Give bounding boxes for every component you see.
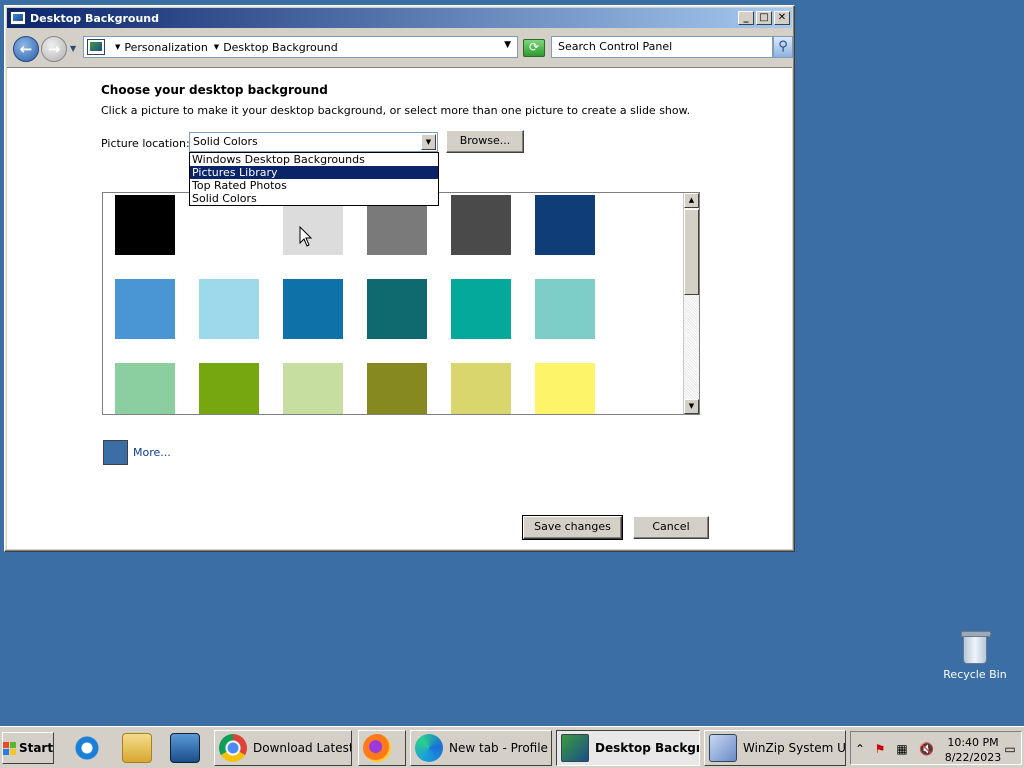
more-colors-link[interactable]: More... — [133, 446, 171, 459]
picture-location-select[interactable]: Solid Colors ▼ — [189, 132, 438, 152]
cancel-button[interactable]: Cancel — [633, 516, 709, 539]
show-hidden-icons-icon[interactable]: ⌃ — [853, 742, 867, 756]
color-swatch-grid: ▲ ▼ — [102, 192, 700, 415]
task-label: Download Latest ... — [253, 741, 352, 755]
task-desktop-background[interactable]: Desktop Backgr... — [556, 730, 700, 766]
volume-muted-icon[interactable]: 🔇 — [919, 742, 934, 756]
desktop-background-window: Desktop Background _ □ ✕ ← → ▼ ▼ Persona… — [4, 5, 795, 552]
internet-explorer-icon[interactable] — [72, 733, 102, 763]
task-chrome[interactable]: Download Latest ... — [214, 730, 352, 766]
control-panel-icon — [87, 39, 105, 55]
color-swatch[interactable] — [115, 279, 175, 339]
color-swatch[interactable] — [199, 279, 259, 339]
option-pictures-library[interactable]: Pictures Library — [190, 166, 438, 179]
color-swatch[interactable] — [535, 195, 595, 255]
clock[interactable]: 10:40 PM 8/22/2023 — [943, 735, 1003, 765]
picture-location-value: Solid Colors — [193, 135, 258, 148]
maximize-button[interactable]: □ — [756, 11, 772, 25]
clock-date: 8/22/2023 — [944, 751, 1002, 764]
color-swatch[interactable] — [367, 363, 427, 414]
option-top-rated-photos[interactable]: Top Rated Photos — [190, 179, 438, 192]
title-bar[interactable]: Desktop Background _ □ ✕ — [7, 8, 792, 28]
picture-location-dropdown-list: Windows Desktop Backgrounds Pictures Lib… — [189, 152, 439, 206]
file-explorer-icon[interactable] — [122, 733, 152, 763]
vertical-scrollbar[interactable]: ▲ ▼ — [683, 193, 699, 414]
start-button[interactable]: Start — [2, 732, 54, 764]
option-windows-desktop-backgrounds[interactable]: Windows Desktop Backgrounds — [190, 153, 438, 166]
windows-logo-icon — [2, 741, 16, 755]
action-center-flag-icon[interactable]: ⚑ — [873, 742, 887, 756]
clock-time: 10:40 PM — [947, 736, 999, 749]
task-label: Desktop Backgr... — [595, 741, 700, 755]
show-desktop-icon[interactable]: ▭ — [1003, 742, 1017, 756]
task-label: WinZip System Util... — [743, 741, 846, 755]
chevron-down-icon[interactable]: ▼ — [421, 134, 436, 150]
color-swatch[interactable] — [283, 363, 343, 414]
address-dropdown-icon[interactable]: ▼ — [504, 40, 511, 50]
firefox-icon — [363, 734, 391, 762]
save-changes-button[interactable]: Save changes — [522, 515, 623, 540]
edge-icon — [415, 734, 443, 762]
start-label: Start — [18, 741, 54, 755]
task-label: New tab - Profile ... — [449, 741, 552, 755]
recycle-bin-label: Recycle Bin — [943, 668, 1007, 681]
taskbar: Start Download Latest ... New tab - Prof… — [0, 726, 1024, 768]
page-title: Choose your desktop background — [101, 83, 328, 97]
task-edge[interactable]: New tab - Profile ... — [410, 730, 552, 766]
picture-location-label: Picture location: — [101, 137, 190, 150]
refresh-icon[interactable]: ⟳ — [523, 39, 545, 57]
breadcrumb-separator-icon[interactable]: ▼ — [115, 43, 120, 51]
recent-pages-dropdown-icon[interactable]: ▼ — [70, 44, 76, 53]
color-swatch[interactable] — [451, 363, 511, 414]
recycle-bin[interactable]: Recycle Bin — [940, 631, 1010, 681]
media-player-icon[interactable] — [170, 733, 200, 763]
page-description: Click a picture to make it your desktop … — [101, 104, 691, 117]
breadcrumb-personalization[interactable]: Personalization — [124, 41, 207, 54]
content-pane: Choose your desktop background Click a p… — [7, 68, 792, 549]
more-colors-swatch[interactable] — [103, 440, 128, 465]
color-swatch[interactable] — [199, 363, 259, 414]
color-swatch[interactable] — [283, 279, 343, 339]
breadcrumb-separator-icon[interactable]: ▼ — [214, 43, 219, 51]
browse-button[interactable]: Browse... — [446, 130, 524, 153]
color-swatch[interactable] — [115, 363, 175, 414]
color-swatch[interactable] — [535, 279, 595, 339]
back-button[interactable]: ← — [13, 36, 39, 62]
breadcrumb-desktop-background[interactable]: Desktop Background — [223, 41, 338, 54]
scrollbar-thumb[interactable] — [684, 209, 699, 295]
minimize-button[interactable]: _ — [738, 11, 754, 25]
color-swatch[interactable] — [451, 195, 511, 255]
color-swatch[interactable] — [115, 195, 175, 255]
task-winzip[interactable]: WinZip System Util... — [704, 730, 846, 766]
system-tray: ⌃ ⚑ ▦ 🔇 10:40 PM 8/22/2023 ▭ — [850, 731, 1022, 765]
option-solid-colors[interactable]: Solid Colors — [190, 192, 438, 205]
color-swatch[interactable] — [535, 363, 595, 414]
winzip-icon — [709, 734, 737, 762]
color-swatch[interactable] — [367, 279, 427, 339]
control-panel-icon — [561, 734, 589, 762]
mouse-cursor-icon — [299, 226, 313, 247]
window-title: Desktop Background — [30, 11, 160, 25]
recycle-bin-icon — [961, 631, 991, 664]
address-toolbar: ← → ▼ ▼ Personalization ▼ Desktop Backgr… — [7, 30, 793, 68]
chrome-icon — [219, 734, 247, 762]
control-panel-icon — [10, 11, 26, 25]
close-button[interactable]: ✕ — [774, 11, 790, 25]
search-icon[interactable]: ⚲ — [773, 36, 793, 58]
color-swatch[interactable] — [451, 279, 511, 339]
scroll-down-icon[interactable]: ▼ — [684, 399, 699, 414]
address-bar[interactable]: ▼ Personalization ▼ Desktop Background ▼ — [83, 36, 518, 58]
forward-button[interactable]: → — [41, 36, 67, 62]
task-firefox[interactable] — [358, 730, 406, 766]
network-icon[interactable]: ▦ — [895, 742, 909, 756]
search-input[interactable]: Search Control Panel — [551, 36, 773, 58]
scroll-up-icon[interactable]: ▲ — [684, 193, 699, 208]
